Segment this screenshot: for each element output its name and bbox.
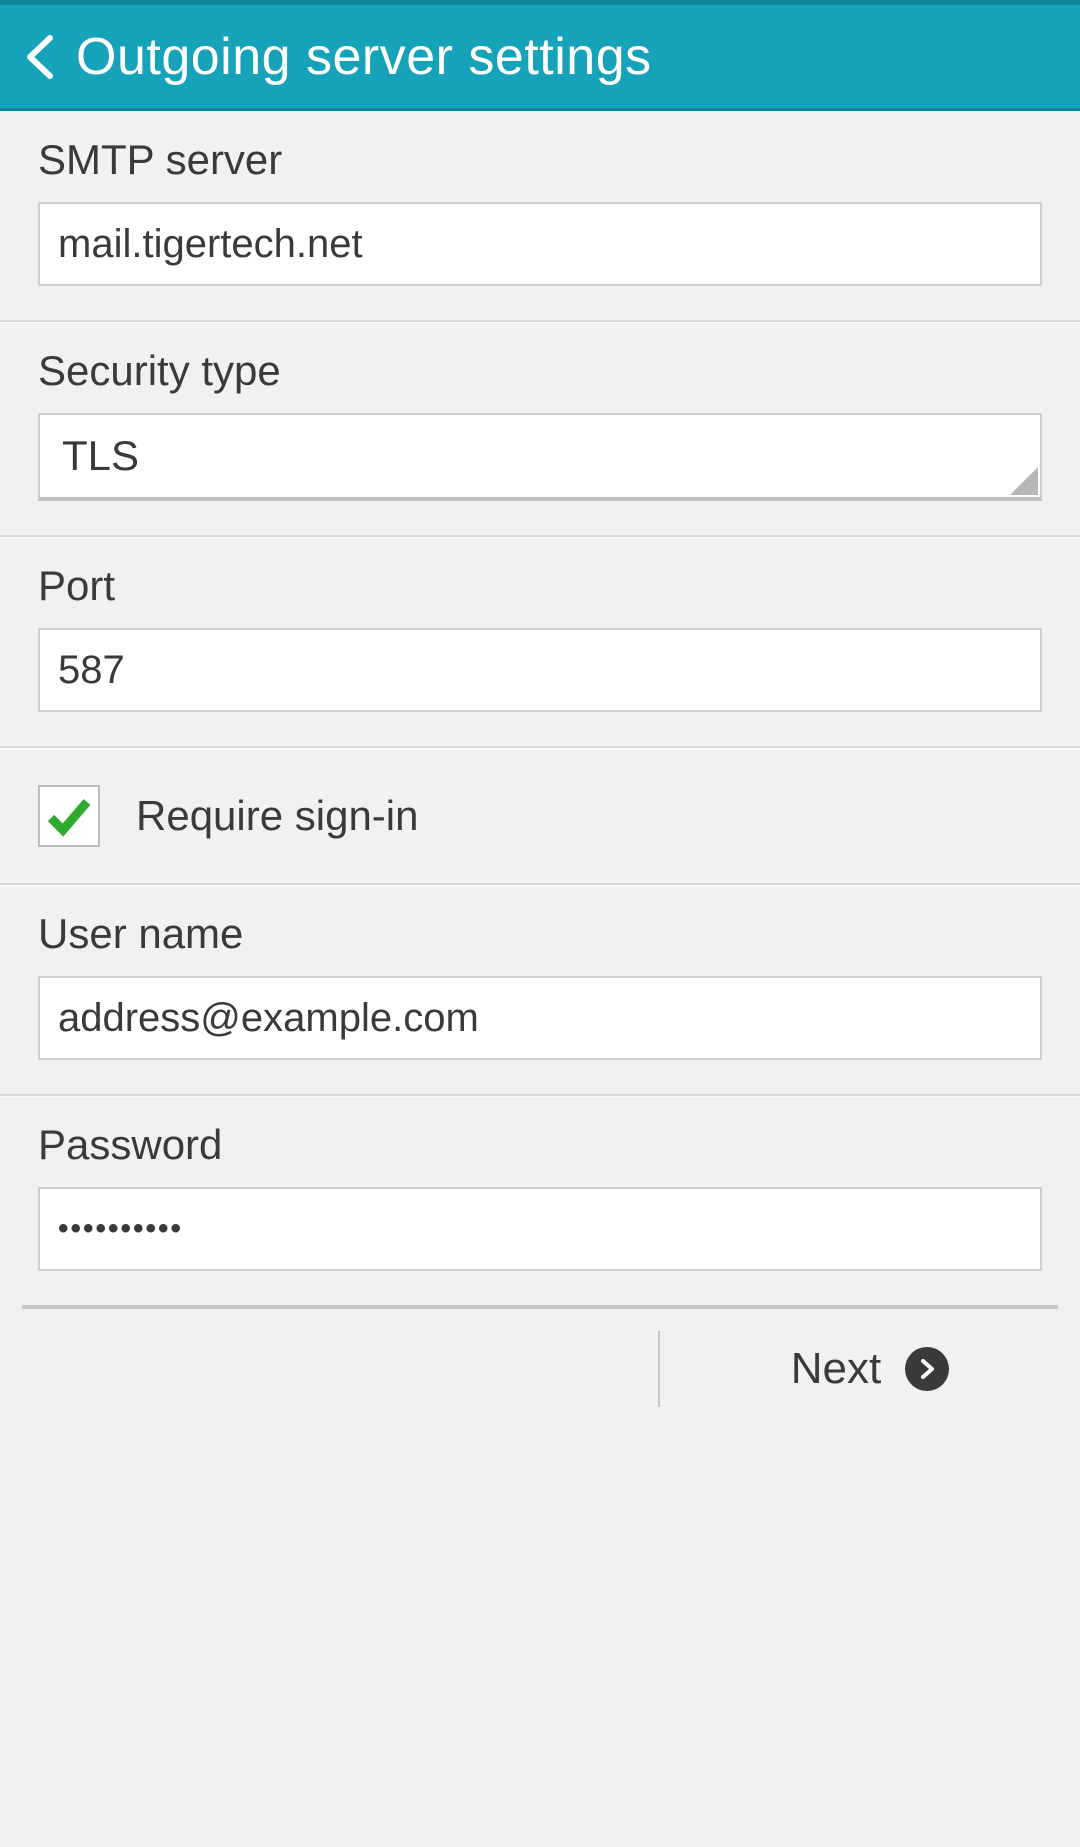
username-section: User name: [0, 885, 1080, 1096]
footer-bar: Next: [0, 1309, 1080, 1429]
password-section: Password: [0, 1096, 1080, 1305]
smtp-label: SMTP server: [38, 136, 1042, 184]
next-button[interactable]: Next: [660, 1309, 1080, 1429]
footer-spacer: [0, 1331, 660, 1407]
username-input[interactable]: [38, 976, 1042, 1060]
dropdown-caret-icon: [1010, 467, 1038, 495]
security-select[interactable]: TLS: [38, 413, 1042, 501]
back-icon[interactable]: [18, 34, 64, 80]
require-signin-label: Require sign-in: [136, 792, 418, 840]
username-label: User name: [38, 910, 1042, 958]
security-select-value: TLS: [62, 432, 139, 480]
require-signin-row[interactable]: Require sign-in: [0, 748, 1080, 885]
port-section: Port: [0, 537, 1080, 748]
security-section: Security type TLS: [0, 322, 1080, 537]
page-title: Outgoing server settings: [76, 27, 652, 87]
smtp-input[interactable]: [38, 202, 1042, 286]
checkmark-icon: [45, 792, 93, 840]
port-input[interactable]: [38, 628, 1042, 712]
settings-form: SMTP server Security type TLS Port Requi…: [0, 111, 1080, 1429]
next-button-label: Next: [791, 1344, 881, 1394]
next-arrow-icon: [905, 1347, 949, 1391]
app-header: Outgoing server settings: [0, 5, 1080, 111]
password-label: Password: [38, 1121, 1042, 1169]
security-label: Security type: [38, 347, 1042, 395]
smtp-section: SMTP server: [0, 111, 1080, 322]
password-input[interactable]: [38, 1187, 1042, 1271]
require-signin-checkbox[interactable]: [38, 785, 100, 847]
port-label: Port: [38, 562, 1042, 610]
